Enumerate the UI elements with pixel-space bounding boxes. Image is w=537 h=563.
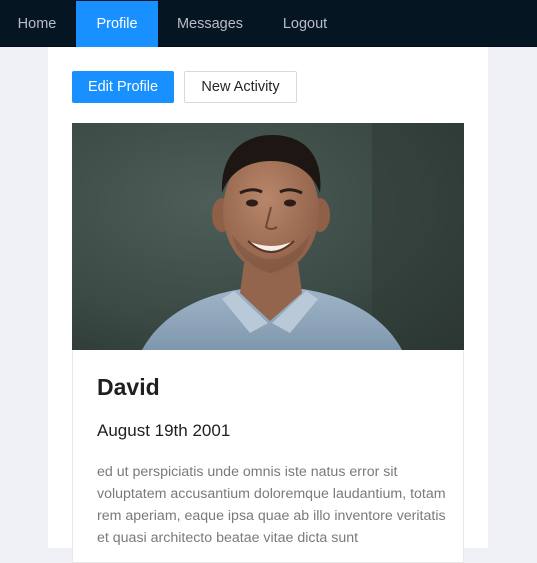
- profile-card: David August 19th 2001 ed ut perspiciati…: [72, 123, 464, 563]
- profile-photo-illustration: [72, 123, 464, 350]
- nav-item-home[interactable]: Home: [0, 1, 74, 47]
- new-activity-button[interactable]: New Activity: [184, 71, 297, 103]
- main-content: Edit Profile New Activity David August 1…: [48, 47, 488, 563]
- edit-profile-button[interactable]: Edit Profile: [72, 71, 174, 103]
- nav-item-messages[interactable]: Messages: [158, 1, 262, 47]
- nav-item-logout[interactable]: Logout: [262, 1, 348, 47]
- profile-bio: ed ut perspiciatis unde omnis iste natus…: [97, 464, 446, 546]
- nav-item-profile[interactable]: Profile: [76, 1, 158, 47]
- profile-birthdate: August 19th 2001: [97, 421, 231, 440]
- profile-photo: [72, 123, 464, 350]
- profile-name: David: [97, 374, 160, 400]
- top-navbar: Home Profile Messages Logout: [0, 0, 537, 47]
